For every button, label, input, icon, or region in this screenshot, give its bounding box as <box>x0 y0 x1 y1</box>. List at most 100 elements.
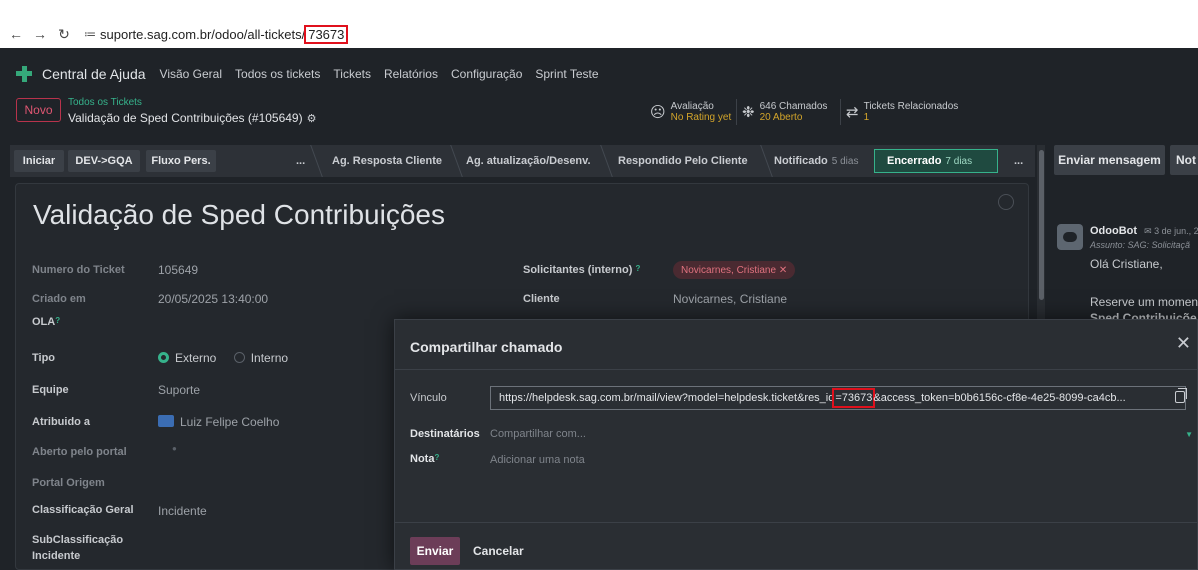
stage-more-end[interactable]: ... <box>1014 145 1023 177</box>
stage-label: Respondido Pelo Cliente <box>618 155 748 167</box>
stage-ag-resposta-cliente[interactable]: Ag. Resposta Cliente <box>332 145 442 177</box>
subclassificacao-label-2: Incidente <box>32 550 81 562</box>
destinatarios-input[interactable]: Compartilhar com... <box>490 428 586 440</box>
cliente-value[interactable]: Novicarnes, Cristiane <box>673 292 787 306</box>
url-text: suporte.sag.com.br/odoo/all-tickets/ <box>100 26 306 42</box>
iniciar-button[interactable]: Iniciar <box>14 150 64 172</box>
forward-icon[interactable]: → <box>28 22 52 46</box>
nota-label-text: Nota <box>410 453 435 465</box>
help-icon[interactable]: ? <box>434 453 439 462</box>
dialog-footer: Enviar Cancelar <box>395 522 1198 570</box>
help-icon[interactable]: ? <box>635 264 640 273</box>
app-name[interactable]: Central de Ajuda <box>42 66 146 82</box>
message-date-text: 3 de jun., 2 <box>1154 226 1198 236</box>
author-name: OdooBot <box>1090 225 1138 237</box>
solicitantes-tag[interactable]: Novicarnes, Cristiane ✕ <box>673 261 796 279</box>
helpdesk-app-icon[interactable] <box>16 66 32 82</box>
fluxo-pers-button[interactable]: Fluxo Pers. <box>146 150 216 172</box>
vinculo-label: Vínculo <box>410 392 447 404</box>
calls-smart-button[interactable]: ❉ 646 Chamados 20 Aberto <box>742 99 827 125</box>
nav-item-todos-tickets[interactable]: Todos os tickets <box>235 67 320 81</box>
solicitantes-label-text: Solicitantes (interno) <box>523 264 633 276</box>
radio-externo[interactable] <box>158 352 169 363</box>
link-prefix: https://helpdesk.sag.com.br/mail/view?mo… <box>499 392 835 404</box>
stage-encerrado-active[interactable]: Encerrado 7 dias <box>874 149 998 173</box>
equipe-label: Equipe <box>32 384 69 396</box>
dialog-title: Compartilhar chamado <box>410 339 563 355</box>
stage-respondido-cliente[interactable]: Respondido Pelo Cliente <box>618 145 748 177</box>
back-icon[interactable]: ← <box>4 22 28 46</box>
dialog-header: Compartilhar chamado ✕ <box>395 320 1198 370</box>
atribuido-label: Atribuido a <box>32 416 91 428</box>
breadcrumb-current: Validação de Sped Contribuições (#105649… <box>68 111 316 125</box>
stage-divider <box>450 145 463 177</box>
top-navbar: Central de Ajuda Visão Geral Todos os ti… <box>0 59 1198 89</box>
ticket-title[interactable]: Validação de Sped Contribuições <box>33 199 445 231</box>
rating-label: Avaliação <box>670 101 714 112</box>
copy-icon[interactable] <box>1175 388 1187 403</box>
portal-origem-label: Portal Origem <box>32 477 105 489</box>
cliente-label: Cliente <box>523 293 560 305</box>
radio-interno[interactable] <box>233 352 245 363</box>
message-date: ✉ 3 de jun., 2 <box>1144 226 1198 236</box>
stage-label: Encerrado <box>887 155 942 167</box>
ola-label-text: OLA <box>32 316 56 328</box>
tipo-label: Tipo <box>32 352 56 364</box>
nav-item-configuracao[interactable]: Configuração <box>451 67 522 81</box>
dev-gqa-button[interactable]: DEV->GQA <box>68 150 140 172</box>
stage-more-start[interactable]: ... <box>296 145 305 177</box>
stage-ag-atualizacao[interactable]: Ag. atualização/Desenv. <box>466 145 591 177</box>
chevron-down-icon[interactable]: ▼ <box>1185 430 1193 439</box>
priority-circle-icon[interactable] <box>998 194 1014 210</box>
smart-divider <box>736 99 737 125</box>
solicitantes-label: Solicitantes (interno) ? <box>523 264 640 276</box>
numero-value: 105649 <box>158 263 199 277</box>
stage-days: 7 dias <box>945 155 973 167</box>
cancel-button[interactable]: Cancelar <box>467 537 530 565</box>
send-button[interactable]: Enviar <box>410 537 460 565</box>
nota-label: Nota? <box>410 453 439 465</box>
classificacao-value[interactable]: Incidente <box>158 504 207 518</box>
rating-smart-button[interactable]: ☹ Avaliação No Rating yet <box>650 99 731 125</box>
nota-input[interactable]: Adicionar uma nota <box>490 454 585 466</box>
related-tickets-smart-button[interactable]: ⇄ Tickets Relacionados 1 <box>846 99 958 125</box>
stage-divider <box>310 145 323 177</box>
related-label: Tickets Relacionados <box>863 101 959 112</box>
form-scrollbar-thumb[interactable] <box>1039 150 1044 300</box>
address-row: ← → ↻ ≔ suporte.sag.com.br/odoo/all-tick… <box>0 20 1198 48</box>
stage-label: Ag. atualização/Desenv. <box>466 155 591 167</box>
atribuido-value[interactable]: Luiz Felipe Coelho <box>158 415 279 429</box>
breadcrumb-parent[interactable]: Todos os Tickets <box>68 97 142 108</box>
site-settings-icon[interactable]: ≔ <box>80 27 100 41</box>
related-count: 1 <box>863 112 870 123</box>
gear-icon[interactable]: ⚙ <box>307 113 317 125</box>
url-highlighted-id: 73673 <box>304 24 349 44</box>
new-button[interactable]: Novo <box>16 98 61 122</box>
close-icon[interactable]: ✕ <box>1176 333 1191 354</box>
nav-item-relatorios[interactable]: Relatórios <box>384 67 438 81</box>
link-highlighted-id: =73673 <box>832 388 876 408</box>
ola-label: OLA? <box>32 316 60 328</box>
link-suffix: &access_token=b0b6156c-cf8e-4e25-8099-ca… <box>873 392 1126 404</box>
breadcrumb-current-label: Validação de Sped Contribuições (#105649… <box>68 111 303 125</box>
log-note-button[interactable]: Not <box>1170 145 1198 175</box>
message-body-bold: Sped Contribuiçõe <box>1090 311 1197 319</box>
stage-divider <box>600 145 613 177</box>
reload-icon[interactable]: ↻ <box>52 22 76 46</box>
nav-item-tickets[interactable]: Tickets <box>333 67 371 81</box>
lifebuoy-icon: ❉ <box>742 103 755 121</box>
share-link-field[interactable]: https://helpdesk.sag.com.br/mail/view?mo… <box>490 386 1186 410</box>
send-message-button[interactable]: Enviar mensagem <box>1054 145 1165 175</box>
nav-item-visao-geral[interactable]: Visão Geral <box>160 67 222 81</box>
stage-notificado[interactable]: Notificado 5 dias <box>774 145 858 177</box>
aberto-portal-checkbox[interactable]: ● <box>172 444 177 453</box>
control-panel: Novo Todos os Tickets Validação de Sped … <box>0 95 1198 131</box>
stage-label: Notificado <box>774 155 828 167</box>
tab-strip <box>0 0 1198 20</box>
equipe-value[interactable]: Suporte <box>158 383 200 397</box>
subclassificacao-label-1: SubClassificação <box>32 534 124 546</box>
tag-remove-icon[interactable]: ✕ <box>779 265 787 276</box>
help-icon[interactable]: ? <box>55 316 60 325</box>
address-bar[interactable]: ≔ suporte.sag.com.br/odoo/all-tickets/ 7… <box>80 22 349 46</box>
nav-item-sprint-teste[interactable]: Sprint Teste <box>535 67 598 81</box>
